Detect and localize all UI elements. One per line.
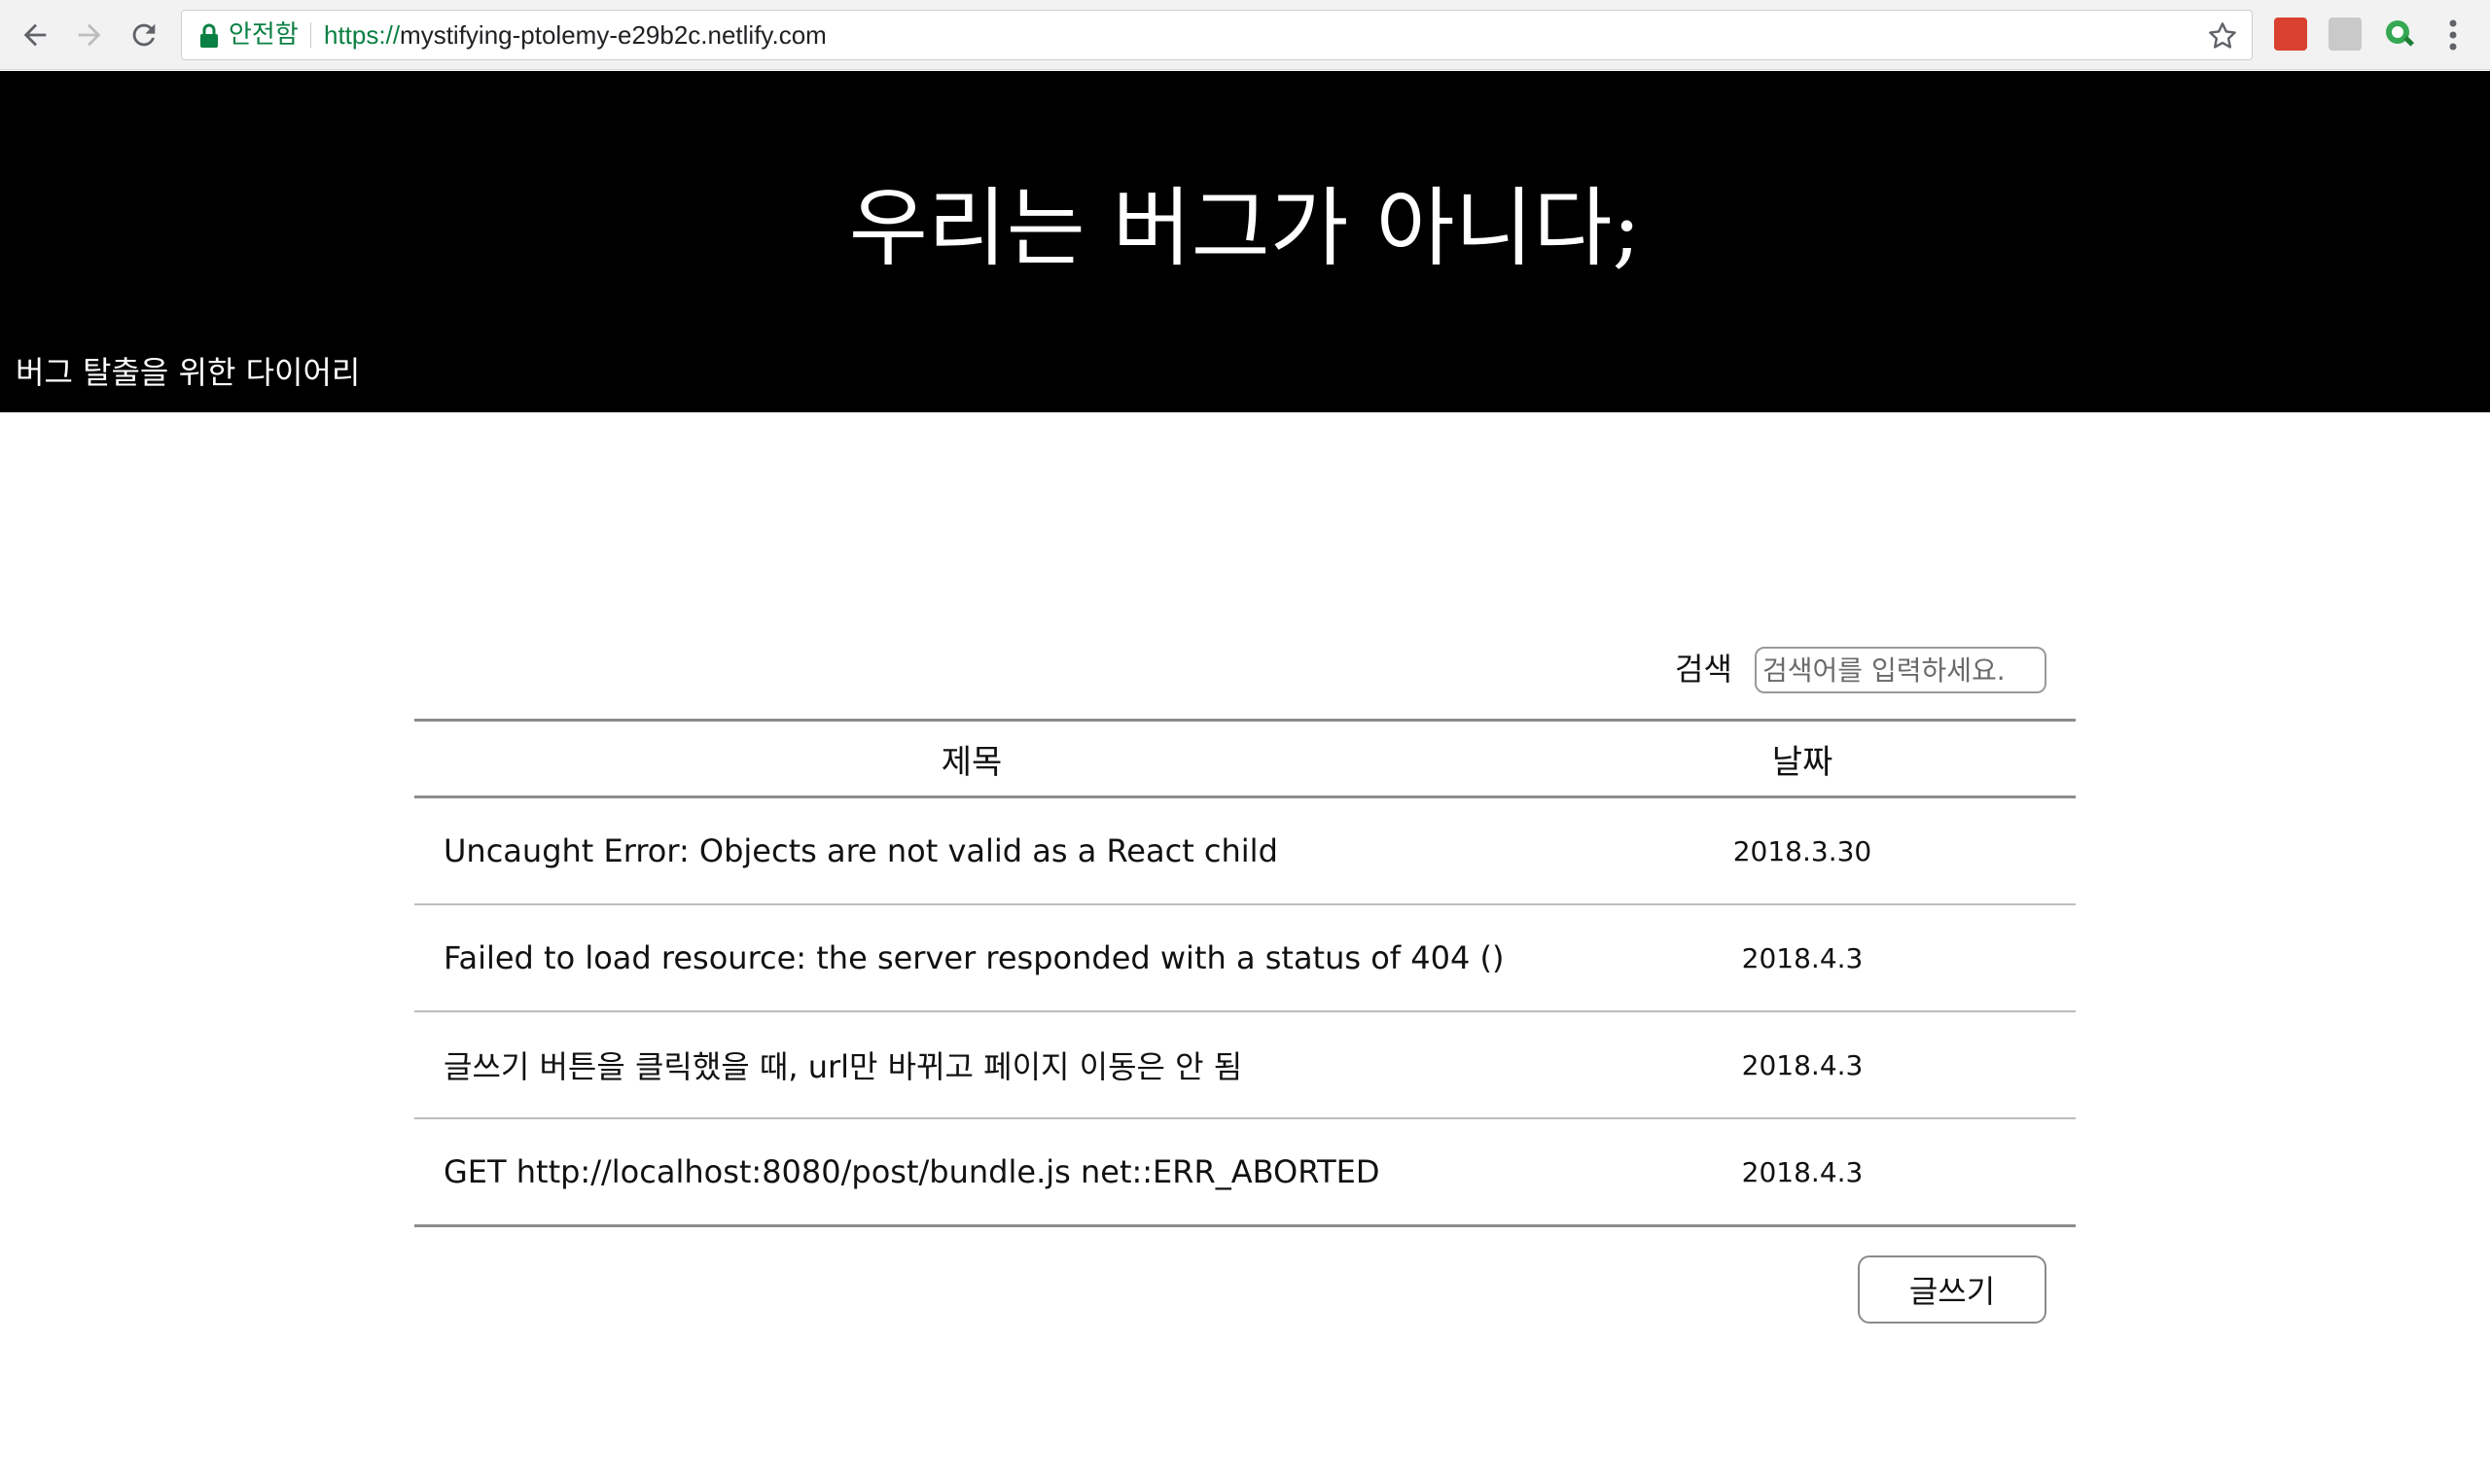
post-title[interactable]: Failed to load resource: the server resp… bbox=[414, 904, 1529, 1012]
address-bar[interactable]: 안전함 https://mystifying-ptolemy-e29b2c.ne… bbox=[181, 10, 2253, 60]
forward-icon bbox=[78, 23, 101, 47]
post-title[interactable]: 글쓰기 버튼을 클릭했을 때, url만 바뀌고 페이지 이동은 안 됨 bbox=[414, 1011, 1529, 1119]
table-header: 제목 날짜 bbox=[414, 720, 2076, 798]
post-table: 제목 날짜 Uncaught Error: Objects are not va… bbox=[414, 719, 2076, 1227]
site-header: 우리는 버그가 아니다; 버그 탈출을 위한 다이어리 bbox=[0, 71, 2490, 412]
site-title[interactable]: 우리는 버그가 아니다; bbox=[0, 180, 2490, 277]
table-row[interactable]: Failed to load resource: the server resp… bbox=[414, 904, 2076, 1012]
reload-button[interactable] bbox=[123, 14, 165, 56]
search-input[interactable] bbox=[1755, 647, 2046, 693]
extension-icon[interactable] bbox=[2329, 18, 2362, 51]
extension-icon[interactable] bbox=[2274, 18, 2307, 51]
write-button[interactable]: 글쓰기 bbox=[1858, 1255, 2046, 1324]
table-row[interactable]: 글쓰기 버튼을 클릭했을 때, url만 바뀌고 페이지 이동은 안 됨 201… bbox=[414, 1011, 2076, 1119]
column-header-title: 제목 bbox=[414, 720, 1529, 798]
table-body: Uncaught Error: Objects are not valid as… bbox=[414, 796, 2076, 1226]
browser-toolbar: 안전함 https://mystifying-ptolemy-e29b2c.ne… bbox=[0, 0, 2490, 70]
back-icon bbox=[23, 23, 47, 47]
search-label: 검색 bbox=[1675, 651, 1732, 688]
post-date: 2018.4.3 bbox=[1529, 1011, 2076, 1119]
post-date: 2018.4.3 bbox=[1529, 904, 2076, 1012]
table-row[interactable]: GET http://localhost:8080/post/bundle.js… bbox=[414, 1118, 2076, 1226]
column-header-date: 날짜 bbox=[1529, 720, 2076, 798]
url-host: mystifying-ptolemy-e29b2c.netlify.com bbox=[400, 20, 827, 50]
menu-dots-icon[interactable] bbox=[2441, 16, 2465, 54]
url-text[interactable]: https://mystifying-ptolemy-e29b2c.netlif… bbox=[324, 11, 827, 59]
post-date: 2018.4.3 bbox=[1741, 1155, 1864, 1188]
forward-button[interactable] bbox=[68, 14, 111, 56]
url-scheme: https:// bbox=[324, 20, 401, 50]
post-date: 2018.3.30 bbox=[1529, 796, 2076, 905]
back-button[interactable] bbox=[14, 14, 56, 56]
table-row[interactable]: Uncaught Error: Objects are not valid as… bbox=[414, 796, 2076, 905]
post-title[interactable]: GET http://localhost:8080/post/bundle.js… bbox=[414, 1118, 1529, 1226]
header-row: 제목 날짜 bbox=[414, 720, 2076, 798]
site-subtitle: 버그 탈출을 위한 다이어리 bbox=[16, 354, 361, 391]
omnibox-divider bbox=[310, 22, 311, 48]
post-title[interactable]: Uncaught Error: Objects are not valid as… bbox=[414, 796, 1529, 905]
star-icon[interactable] bbox=[2207, 20, 2238, 52]
lock-icon bbox=[200, 23, 218, 48]
extension-icon[interactable] bbox=[2383, 18, 2416, 51]
reload-icon bbox=[132, 23, 156, 47]
secure-label: 안전함 bbox=[229, 20, 299, 50]
